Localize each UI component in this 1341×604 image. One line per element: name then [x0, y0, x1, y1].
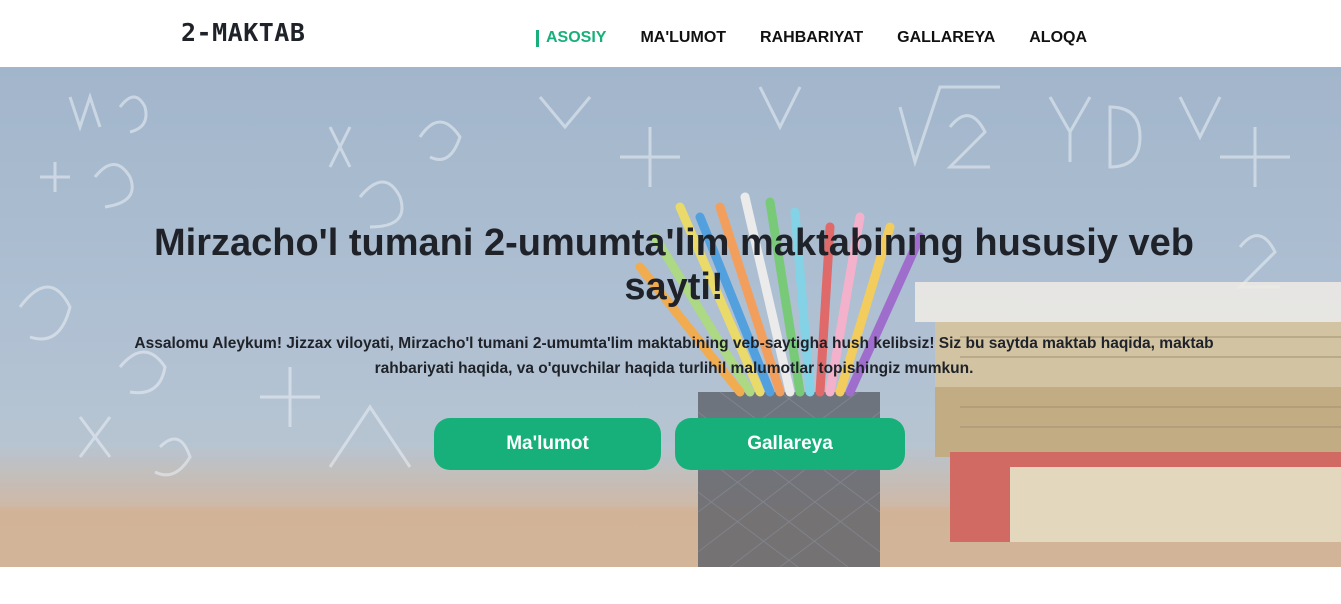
hero-title: Mirzacho'l tumani 2-umumta'lim maktabini… [153, 222, 1195, 308]
nav-link-malumot[interactable]: MA'LUMOT [640, 29, 726, 47]
nav-links: ASOSIY MA'LUMOT RAHBARIYAT GALLAREYA ALO… [536, 29, 1121, 47]
malumot-button[interactable]: Ma'lumot [434, 418, 661, 470]
nav-link-label: ASOSIY [546, 29, 607, 46]
page-bottom-space [0, 567, 1341, 604]
hero-section: Mirzacho'l tumani 2-umumta'lim maktabini… [0, 67, 1341, 567]
nav-link-asosiy[interactable]: ASOSIY [536, 29, 606, 47]
hero-overlay [0, 67, 1341, 567]
brand-logo[interactable]: 2-MAKTAB [181, 18, 305, 47]
gallareya-button[interactable]: Gallareya [675, 418, 905, 470]
nav-link-aloqa[interactable]: ALOQA [1029, 29, 1087, 47]
navbar: 2-MAKTAB ASOSIY MA'LUMOT RAHBARIYAT GALL… [0, 0, 1341, 67]
nav-link-gallareya[interactable]: GALLAREYA [897, 29, 995, 47]
nav-link-rahbariyat[interactable]: RAHBARIYAT [760, 29, 863, 47]
hero-description: Assalomu Aleykum! Jizzax viloyati, Mirza… [134, 335, 1214, 377]
active-indicator [536, 29, 539, 47]
